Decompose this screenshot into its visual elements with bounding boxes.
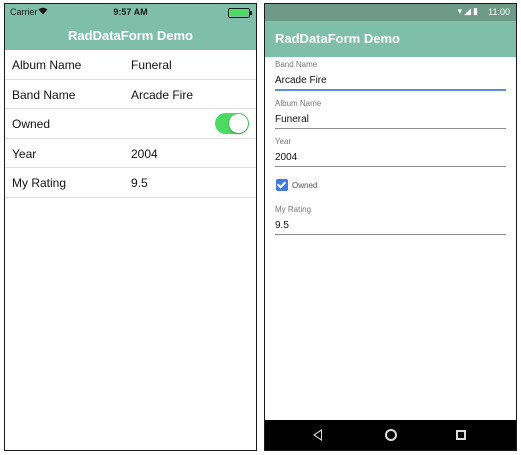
owned-toggle[interactable] (215, 113, 249, 134)
home-icon[interactable] (385, 429, 397, 441)
form-row-year[interactable]: Year 2004 (5, 139, 256, 168)
album-name-field[interactable]: Album Name Funeral (275, 99, 506, 129)
field-label: Owned (12, 117, 51, 131)
album-name-value[interactable]: Funeral (131, 58, 172, 72)
recents-icon[interactable] (456, 430, 466, 440)
field-label: Album Name (12, 58, 82, 72)
status-time: 11:00 (488, 7, 510, 17)
band-name-value[interactable]: Arcade Fire (131, 88, 193, 102)
field-label: Year (12, 146, 37, 161)
rating-input[interactable]: 9.5 (275, 220, 506, 234)
signal-battery-icons: ▾◢▮ (457, 6, 480, 16)
form-row-my-rating[interactable]: My Rating 9.5 (5, 168, 256, 198)
owned-checkbox-row[interactable]: Owned (276, 175, 516, 195)
field-label: Band Name (275, 60, 318, 69)
underline (275, 234, 506, 235)
underline (275, 128, 506, 129)
ios-screen: Carrier 9:57 AM RadDataForm Demo Album N… (4, 3, 257, 451)
toggle-knob (229, 114, 248, 133)
year-input[interactable]: 2004 (275, 152, 506, 166)
android-screen: ▾◢▮ 11:00 RadDataForm Demo Band Name Arc… (264, 3, 517, 451)
focused-underline (275, 89, 506, 91)
field-label: My Rating (275, 205, 312, 214)
underline (275, 166, 506, 167)
status-time: 9:57 AM (113, 7, 148, 17)
toolbar-title: RadDataForm Demo (265, 21, 516, 57)
rating-value[interactable]: 9.5 (131, 176, 148, 190)
back-icon[interactable] (313, 429, 322, 441)
form-row-band-name[interactable]: Band Name Arcade Fire (5, 80, 256, 109)
android-status-bar: ▾◢▮ 11:00 (265, 4, 516, 21)
ios-status-bar: Carrier 9:57 AM (5, 4, 256, 21)
year-field[interactable]: Year 2004 (275, 137, 506, 167)
year-value[interactable]: 2004 (131, 147, 158, 161)
field-label: My Rating (12, 176, 67, 190)
rating-field[interactable]: My Rating 9.5 (275, 205, 506, 235)
album-name-input[interactable]: Funeral (275, 114, 506, 128)
battery-icon (228, 8, 252, 18)
owned-label: Owned (292, 181, 318, 190)
field-label: Album Name (275, 99, 322, 108)
band-name-input[interactable]: Arcade Fire (275, 75, 506, 89)
band-name-field[interactable]: Band Name Arcade Fire (275, 60, 506, 91)
field-label: Year (275, 137, 292, 146)
android-nav-bar (265, 420, 516, 450)
owned-checkbox[interactable] (276, 179, 288, 191)
nav-title: RadDataForm Demo (5, 21, 256, 50)
form-row-owned: Owned (5, 109, 256, 139)
form-row-album-name[interactable]: Album Name Funeral (5, 50, 256, 80)
field-label: Band Name (12, 87, 76, 102)
